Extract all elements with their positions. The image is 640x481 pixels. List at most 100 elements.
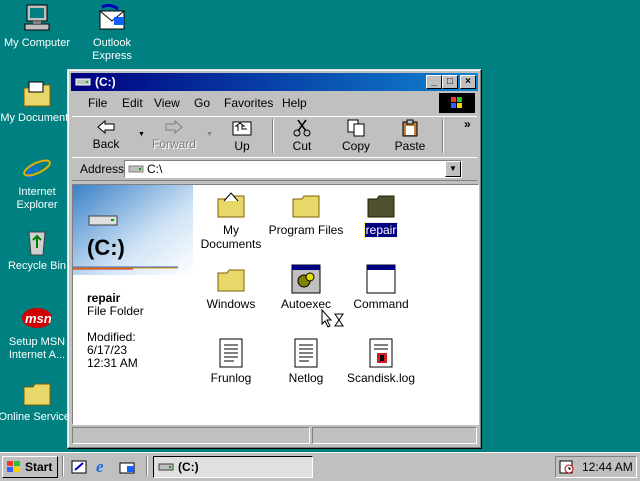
- file-item-scandisk-log[interactable]: Scandisk.log: [341, 337, 421, 385]
- text-file-icon: [219, 338, 243, 368]
- desktop-icon-label: Internet Explorer: [16, 186, 58, 211]
- menu-go[interactable]: Go: [194, 96, 210, 110]
- outlook-express-icon: [99, 3, 125, 30]
- internet-explorer-icon[interactable]: e: [94, 457, 112, 475]
- file-item-my-documents[interactable]: My Documents: [191, 189, 271, 251]
- application-icon: [366, 264, 396, 294]
- menu-favorites[interactable]: Favorites: [224, 96, 273, 110]
- selected-item-name: repair: [87, 291, 121, 305]
- drive-large-icon: [88, 215, 118, 226]
- menu-help[interactable]: Help: [282, 96, 307, 110]
- folder-selected-icon: [367, 195, 395, 218]
- clock[interactable]: 12:44 AM: [582, 460, 633, 474]
- folder-icon: [23, 81, 51, 107]
- back-arrow-icon: [97, 119, 115, 135]
- file-item-label: Frunlog: [210, 371, 252, 385]
- desktop-icon-label: My Computer: [3, 37, 71, 49]
- forward-arrow-icon: [165, 119, 183, 135]
- modified-label: Modified:: [87, 330, 136, 344]
- outlook-express-desktop-icon[interactable]: Outlook Express: [72, 3, 152, 63]
- copy-label: Copy: [341, 139, 370, 153]
- back-button[interactable]: Back: [80, 119, 132, 151]
- close-button[interactable]: ×: [460, 75, 476, 89]
- status-pane-right: [312, 427, 477, 444]
- address-bar: Address C:\ ▼: [72, 157, 477, 181]
- documents-folder-icon: [217, 192, 245, 218]
- taskbar-button-label: (C:): [178, 460, 199, 474]
- recycle-bin-desktop-icon[interactable]: Recycle Bin: [0, 226, 77, 273]
- svg-text:e: e: [96, 457, 104, 475]
- folder-view: (C:) repair File Folder Modified: 6/17/2…: [72, 184, 479, 425]
- menu-view[interactable]: View: [154, 96, 180, 110]
- toolbar-separator: [442, 119, 444, 153]
- outlook-express-icon[interactable]: [118, 458, 136, 476]
- recycle-bin-icon: [28, 231, 46, 256]
- web-view-panel: (C:) repair File Folder Modified: 6/17/2…: [73, 185, 193, 424]
- file-item-autoexec[interactable]: Autoexec: [266, 263, 346, 311]
- file-item-netlog[interactable]: Netlog: [266, 337, 346, 385]
- file-item-label: Program Files: [268, 223, 344, 237]
- back-label: Back: [92, 137, 120, 151]
- menu-file[interactable]: File: [88, 96, 107, 110]
- maximize-button[interactable]: □: [442, 75, 458, 89]
- paste-label: Paste: [394, 139, 426, 153]
- file-item-windows[interactable]: Windows: [191, 263, 271, 311]
- scheduler-icon[interactable]: [559, 459, 575, 475]
- internet-explorer-desktop-icon[interactable]: e Internet Explorer: [0, 152, 77, 212]
- copy-button[interactable]: Copy: [330, 119, 382, 153]
- windows-logo: [439, 93, 475, 113]
- side-drive-title: (C:): [87, 235, 125, 260]
- desktop-icon-label: Outlook Express: [92, 37, 132, 62]
- forward-dropdown-arrow: ▼: [206, 131, 213, 138]
- address-value: C:\: [147, 162, 163, 176]
- my-computer-desktop-icon[interactable]: My Computer: [0, 3, 77, 50]
- file-item-label: Windows: [206, 297, 256, 311]
- busy-cursor-icon: [321, 309, 344, 328]
- drive-icon: [128, 165, 144, 173]
- msn-icon: msn: [22, 308, 52, 328]
- toolbar: Back ▼ Forward ▼ Up Cut Copy Paste »: [72, 116, 477, 158]
- internet-explorer-icon: e: [23, 153, 51, 184]
- toolbar-more-chevron[interactable]: »: [464, 117, 471, 131]
- folder-icon: [23, 383, 51, 406]
- file-item-program-files[interactable]: Program Files: [266, 189, 346, 237]
- online-services-desktop-icon[interactable]: Online Services: [0, 377, 77, 424]
- taskbar: Start e (C:) 12:44 AM: [0, 452, 640, 481]
- scissors-icon: [293, 119, 311, 137]
- title-bar[interactable]: (C:) _ □ ×: [71, 73, 478, 91]
- folder-icon: [217, 269, 245, 292]
- address-input[interactable]: C:\ ▼: [124, 160, 462, 178]
- file-item-repair[interactable]: repair: [341, 189, 421, 238]
- minimize-button[interactable]: _: [426, 75, 442, 89]
- desktop-icon-label: Online Services: [0, 411, 76, 423]
- paste-button[interactable]: Paste: [384, 119, 436, 153]
- file-item-label-selected: repair: [363, 222, 399, 238]
- show-desktop-icon[interactable]: [70, 458, 88, 476]
- start-label: Start: [25, 460, 53, 474]
- copy-icon: [347, 119, 365, 137]
- windows-flag-icon: [7, 461, 20, 472]
- menu-bar: File Edit View Go Favorites Help: [72, 93, 477, 113]
- forward-button: Forward: [148, 119, 200, 151]
- setup-msn-desktop-icon[interactable]: msn Setup MSN Internet A...: [0, 302, 77, 362]
- file-item-command[interactable]: Command: [341, 263, 421, 311]
- side-panel-banner: [73, 185, 193, 275]
- quick-launch-separator: [62, 456, 64, 476]
- up-folder-icon: [232, 121, 252, 136]
- status-bar: [72, 426, 477, 444]
- cut-label: Cut: [292, 139, 312, 153]
- menu-edit[interactable]: Edit: [122, 96, 143, 110]
- explorer-window: (C:) _ □ × File Edit View Go Favorites H…: [67, 69, 482, 449]
- desktop-icon-label: Setup MSN Internet A...: [8, 336, 66, 361]
- toolbar-separator: [272, 119, 274, 153]
- file-item-frunlog[interactable]: Frunlog: [191, 337, 271, 385]
- file-item-label: My Documents: [200, 223, 262, 251]
- cut-button[interactable]: Cut: [276, 119, 328, 153]
- up-button[interactable]: Up: [216, 119, 268, 153]
- back-dropdown-arrow[interactable]: ▼: [138, 131, 145, 138]
- taskbar-button-c-drive[interactable]: (C:): [153, 456, 313, 478]
- my-documents-desktop-icon[interactable]: My Documents: [0, 78, 77, 125]
- computer-icon: [24, 4, 50, 31]
- address-dropdown-button[interactable]: ▼: [445, 161, 461, 177]
- start-button[interactable]: Start: [2, 456, 58, 478]
